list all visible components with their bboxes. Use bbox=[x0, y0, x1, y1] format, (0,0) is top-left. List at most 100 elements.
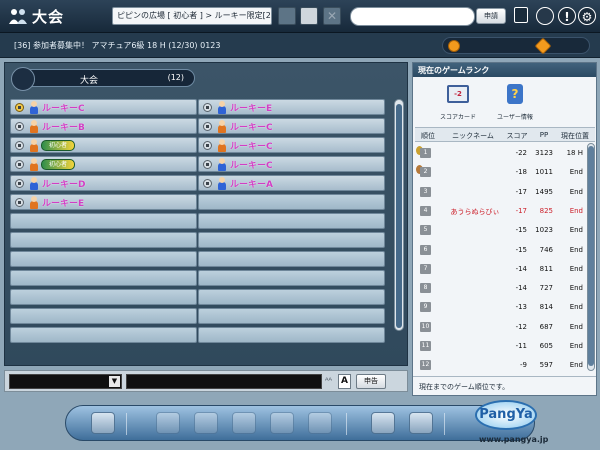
empty-slot bbox=[198, 251, 385, 267]
font-button[interactable]: A bbox=[338, 374, 351, 389]
report-button[interactable]: 申告 bbox=[356, 374, 386, 389]
host-icon bbox=[15, 103, 24, 112]
male-player-icon bbox=[30, 177, 38, 190]
rank-number: 8 bbox=[420, 283, 431, 294]
scorecard-button[interactable]: -2 スコアカード bbox=[438, 81, 478, 121]
rank-nickname: あうらぬらびぃ bbox=[450, 207, 500, 216]
dock-divider bbox=[126, 413, 127, 435]
player-nickname: ルーキーB bbox=[42, 123, 85, 133]
search-button[interactable]: 申請 bbox=[476, 8, 506, 24]
rank-position: End bbox=[569, 361, 583, 370]
rank-number: 7 bbox=[420, 263, 431, 274]
scroll-icon[interactable] bbox=[156, 412, 180, 434]
ranking-row[interactable]: 6 -15 746 End bbox=[415, 242, 585, 258]
exit-icon[interactable] bbox=[91, 412, 115, 434]
player-row[interactable]: ルーキーE bbox=[198, 99, 385, 115]
player-row[interactable]: ルーキーC bbox=[198, 118, 385, 134]
player-row[interactable]: ルーキーE bbox=[10, 194, 197, 210]
mail-icon[interactable] bbox=[270, 412, 294, 434]
chat-input[interactable] bbox=[126, 374, 322, 389]
ranking-row[interactable]: 9 -13 814 End bbox=[415, 299, 585, 315]
ranking-row[interactable]: 10 -12 687 End bbox=[415, 319, 585, 335]
user-search-icon[interactable] bbox=[536, 7, 554, 25]
player-row[interactable]: ルーキーA bbox=[198, 175, 385, 191]
rank-position: End bbox=[569, 264, 583, 273]
book-icon[interactable] bbox=[232, 412, 256, 434]
ranking-row[interactable]: 1 -22 3123 18 H bbox=[415, 145, 585, 161]
player-row[interactable]: ルーキーC bbox=[10, 99, 197, 115]
rank-score: -9 bbox=[520, 361, 527, 370]
scrollbar-thumb[interactable] bbox=[588, 146, 594, 366]
player-row[interactable]: 初心者 bbox=[10, 156, 197, 172]
ranking-row[interactable]: 5 -15 1023 End bbox=[415, 222, 585, 238]
empty-slot bbox=[10, 213, 197, 229]
people-icon bbox=[9, 9, 27, 24]
room-header: 大会 (12) bbox=[11, 67, 195, 91]
rank-pp: 605 bbox=[539, 342, 553, 350]
rank-number: 5 bbox=[420, 225, 431, 236]
user-info-button[interactable]: ? ユーザー情報 bbox=[495, 81, 535, 121]
gift-icon[interactable] bbox=[194, 412, 218, 434]
pangya-logo: PangYa bbox=[475, 400, 537, 430]
player-nickname: ルーキーC bbox=[230, 123, 273, 133]
ranking-table-header: 順位 ニックネーム スコア PP 現在位置 bbox=[415, 127, 595, 142]
player-row[interactable]: ルーキーC bbox=[198, 137, 385, 153]
ranking-row[interactable]: 4 あうらぬらびぃ -17 825 End bbox=[415, 203, 585, 219]
ranking-row[interactable]: 7 -14 811 End bbox=[415, 261, 585, 277]
ready-icon bbox=[203, 103, 212, 112]
player-nickname: ルーキーC bbox=[230, 142, 273, 152]
community-icon[interactable] bbox=[371, 412, 395, 434]
ranking-row[interactable]: 12 -9 597 End bbox=[415, 357, 585, 373]
rank-number: 1 bbox=[420, 148, 431, 158]
rank-number: 2 bbox=[420, 167, 431, 178]
player-row[interactable]: ルーキーD bbox=[10, 175, 197, 191]
gear-icon[interactable]: ⚙ bbox=[578, 7, 596, 25]
pin-icon[interactable] bbox=[448, 40, 460, 52]
chevron-down-icon[interactable]: ▼ bbox=[109, 376, 120, 387]
ranking-title: 現在のゲームランク bbox=[413, 63, 596, 77]
empty-slot bbox=[10, 289, 197, 305]
player-row[interactable]: 初心者 bbox=[10, 137, 197, 153]
alert-icon[interactable]: ! bbox=[558, 7, 576, 25]
rank-pp: 746 bbox=[539, 245, 553, 254]
rank-score: -12 bbox=[515, 322, 527, 331]
dock-divider bbox=[346, 413, 347, 435]
player-nickname: ルーキーA bbox=[230, 180, 273, 190]
female-player-icon bbox=[30, 139, 38, 152]
ranking-row[interactable]: 3 -17 1495 End bbox=[415, 184, 585, 200]
player-list-scrollbar[interactable] bbox=[394, 99, 404, 331]
player-nickname: ルーキーD bbox=[42, 180, 86, 190]
close-icon[interactable]: ✕ bbox=[323, 7, 341, 25]
ranking-scrollbar[interactable] bbox=[587, 143, 595, 371]
ready-icon bbox=[15, 160, 24, 169]
ready-icon bbox=[15, 179, 24, 188]
empty-slot bbox=[198, 308, 385, 324]
player-list-panel: 大会 (12) ルーキーC ルーキーB 初心者 初心者 ルーキーD ルーキーE ルーキーE ル… bbox=[4, 62, 408, 366]
shop-icon[interactable] bbox=[409, 412, 433, 434]
ready-icon bbox=[15, 198, 24, 207]
user-info-icon: ? bbox=[507, 84, 523, 104]
chat-target-select[interactable]: ▼ bbox=[9, 374, 122, 389]
invite-icon[interactable] bbox=[278, 7, 296, 25]
empty-slot bbox=[10, 270, 197, 286]
copy-icon[interactable] bbox=[514, 7, 528, 23]
rank-number: 4 bbox=[420, 205, 431, 216]
search-input[interactable] bbox=[350, 7, 475, 26]
ranking-row[interactable]: 11 -11 605 End bbox=[415, 338, 585, 354]
beginner-badge: 初心者 bbox=[41, 140, 75, 151]
rank-number: 11 bbox=[420, 341, 431, 351]
font-size-icon[interactable]: ᴬᴬ bbox=[325, 376, 332, 385]
lock-icon[interactable] bbox=[300, 7, 318, 25]
rank-number: 3 bbox=[420, 186, 431, 197]
rank-number: 6 bbox=[420, 244, 431, 255]
rank-score: -15 bbox=[515, 245, 527, 254]
player-row[interactable]: ルーキーC bbox=[198, 156, 385, 172]
player-row[interactable]: ルーキーB bbox=[10, 118, 197, 134]
scrollbar-thumb[interactable] bbox=[396, 104, 402, 328]
settings-icon[interactable] bbox=[308, 412, 332, 434]
ranking-row[interactable]: 8 -14 727 End bbox=[415, 280, 585, 296]
ranking-row[interactable]: 2 -18 1011 End bbox=[415, 164, 585, 180]
player-nickname: ルーキーE bbox=[230, 104, 273, 114]
star-icon[interactable] bbox=[534, 37, 552, 55]
breadcrumb[interactable]: ピピンの広場 [ 初心者 ] > ルーキー限定[2打制 bbox=[112, 7, 272, 25]
